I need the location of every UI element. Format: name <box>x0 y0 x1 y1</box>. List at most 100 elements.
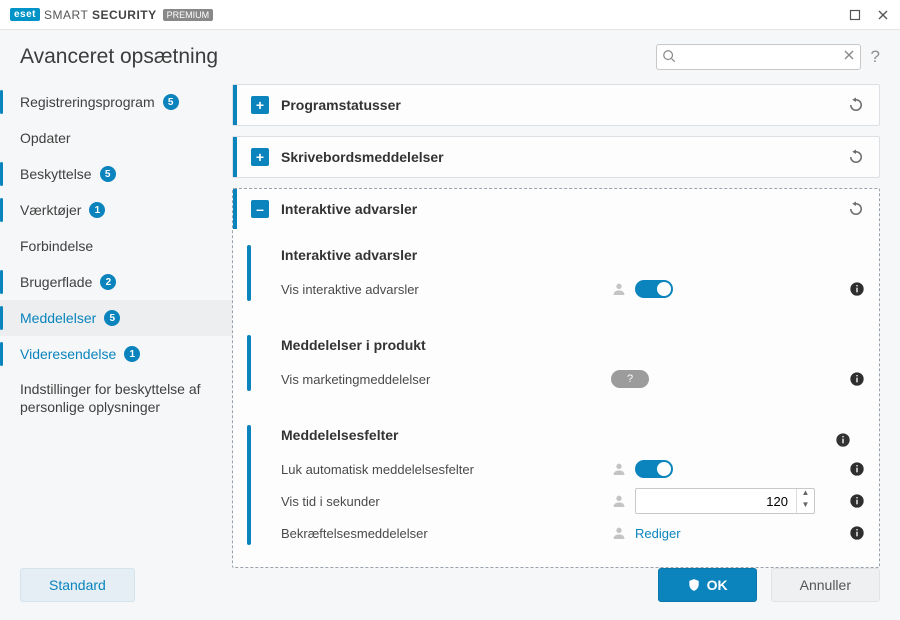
collapse-icon: – <box>251 200 269 218</box>
accordion-program-status: + Programstatusser <box>232 84 880 126</box>
sidebar-item-meddelelser[interactable]: Meddelelser 5 <box>0 300 232 336</box>
page-title: Avanceret opsætning <box>20 45 218 69</box>
info-icon[interactable] <box>849 525 865 541</box>
user-policy-icon <box>611 493 627 509</box>
sidebar-item-label: Meddelelser <box>20 310 96 326</box>
accordion-header[interactable]: + Skrivebordsmeddelelser <box>233 137 879 177</box>
setting-row-display-time: Vis tid i sekunder ▲ ▼ <box>281 485 865 517</box>
accordion-header[interactable]: – Interaktive advarsler <box>233 189 879 229</box>
help-icon[interactable]: ? <box>871 47 880 67</box>
sidebar: Registreringsprogram 5 Opdater Beskyttel… <box>0 78 232 544</box>
section-notification-boxes: Meddelelsesfelter Luk automatisk meddele… <box>233 417 879 553</box>
button-label: Annuller <box>800 577 851 593</box>
info-icon[interactable] <box>849 493 865 509</box>
search-field[interactable] <box>656 44 861 70</box>
accordion-header[interactable]: + Programstatusser <box>233 85 879 125</box>
button-label: Standard <box>49 577 106 593</box>
sidebar-item-label: Brugerflade <box>20 274 92 290</box>
accordion-title: Programstatusser <box>281 97 401 113</box>
user-policy-icon <box>611 461 627 477</box>
revert-icon[interactable] <box>847 200 865 218</box>
edit-link[interactable]: Rediger <box>635 526 681 541</box>
accordion-interactive-alerts: – Interaktive advarsler Interaktive adva… <box>232 188 880 568</box>
setting-label: Vis marketingmeddelelser <box>281 372 611 387</box>
info-icon[interactable] <box>849 371 865 387</box>
sidebar-badge: 5 <box>100 166 116 182</box>
user-policy-icon <box>611 281 627 297</box>
sidebar-item-brugerflade[interactable]: Brugerflade 2 <box>0 264 232 300</box>
brand-logo: eset <box>10 8 40 21</box>
setting-label: Luk automatisk meddelelsesfelter <box>281 462 611 477</box>
clear-search-icon[interactable] <box>843 49 855 61</box>
cancel-button[interactable]: Annuller <box>771 568 880 602</box>
sidebar-item-label: Værktøjer <box>20 202 81 218</box>
brand-product-bold: SECURITY <box>92 8 157 22</box>
sidebar-item-label: Indstillinger for beskyttelse af personl… <box>20 380 220 416</box>
section-heading: Meddelelser i produkt <box>281 337 865 353</box>
topbar: Avanceret opsætning ? <box>0 30 900 78</box>
search-icon <box>662 49 676 63</box>
titlebar: eset SMART SECURITY PREMIUM <box>0 0 900 30</box>
setting-label: Vis tid i sekunder <box>281 494 611 509</box>
setting-row-confirmation-messages: Bekræftelsesmeddelelser Rediger <box>281 517 865 549</box>
toggle-marketing-messages[interactable]: ? <box>611 370 649 388</box>
close-icon[interactable] <box>876 8 890 22</box>
setting-row-show-interactive-alerts: Vis interaktive advarsler <box>281 273 865 305</box>
brand-product-light: SMART <box>44 8 88 22</box>
expand-icon: + <box>251 96 269 114</box>
default-button[interactable]: Standard <box>20 568 135 602</box>
sidebar-item-videresendelse[interactable]: Videresendelse 1 <box>0 336 232 372</box>
sidebar-badge: 5 <box>163 94 179 110</box>
section-heading: Meddelelsesfelter <box>281 427 835 443</box>
sidebar-badge: 5 <box>104 310 120 326</box>
user-policy-icon <box>611 525 627 541</box>
sidebar-badge: 1 <box>124 346 140 362</box>
stepper-down-icon[interactable]: ▼ <box>797 501 814 513</box>
setting-label: Vis interaktive advarsler <box>281 282 611 297</box>
button-label: OK <box>707 577 728 593</box>
ok-button[interactable]: OK <box>658 568 757 602</box>
sidebar-badge: 1 <box>89 202 105 218</box>
footer: Standard OK Annuller <box>0 554 900 620</box>
setting-row-marketing-messages: Vis marketingmeddelelser ? <box>281 363 865 395</box>
accordion-title: Skrivebordsmeddelelser <box>281 149 444 165</box>
maximize-icon[interactable] <box>848 8 862 22</box>
sidebar-item-vaerktoejer[interactable]: Værktøjer 1 <box>0 192 232 228</box>
setting-label: Bekræftelsesmeddelelser <box>281 526 611 541</box>
section-heading: Interaktive advarsler <box>281 247 865 263</box>
shield-icon <box>687 578 701 592</box>
toggle-show-interactive-alerts[interactable] <box>635 280 673 298</box>
sidebar-item-label: Forbindelse <box>20 238 93 254</box>
revert-icon[interactable] <box>847 148 865 166</box>
window-controls <box>848 8 890 22</box>
info-icon[interactable] <box>849 281 865 297</box>
info-icon[interactable] <box>835 432 851 448</box>
brand: eset SMART SECURITY PREMIUM <box>10 8 213 22</box>
setting-row-auto-close: Luk automatisk meddelelsesfelter <box>281 453 865 485</box>
sidebar-item-label: Beskyttelse <box>20 166 92 182</box>
accordion-title: Interaktive advarsler <box>281 201 417 217</box>
search-input[interactable] <box>656 44 861 70</box>
accordion-desktop-notifications: + Skrivebordsmeddelelser <box>232 136 880 178</box>
sidebar-item-opdater[interactable]: Opdater <box>0 120 232 156</box>
revert-icon[interactable] <box>847 96 865 114</box>
info-icon[interactable] <box>849 461 865 477</box>
sidebar-item-label: Opdater <box>20 130 71 146</box>
brand-product: SMART SECURITY <box>44 8 157 22</box>
main-panel: + Programstatusser + Skrivebordsmeddelel… <box>232 78 880 544</box>
section-in-product-messages: Meddelelser i produkt Vis marketingmedde… <box>233 327 879 399</box>
brand-edition: PREMIUM <box>163 9 214 21</box>
section-interactive-alerts: Interaktive advarsler Vis interaktive ad… <box>233 237 879 309</box>
sidebar-item-beskyttelse[interactable]: Beskyttelse 5 <box>0 156 232 192</box>
number-input[interactable] <box>636 494 796 509</box>
toggle-auto-close[interactable] <box>635 460 673 478</box>
sidebar-badge: 2 <box>100 274 116 290</box>
sidebar-item-label: Registreringsprogram <box>20 94 155 110</box>
sidebar-item-label: Videresendelse <box>20 346 116 362</box>
number-input-display-time[interactable]: ▲ ▼ <box>635 488 815 514</box>
sidebar-item-forbindelse[interactable]: Forbindelse <box>0 228 232 264</box>
sidebar-item-registreringsprogram[interactable]: Registreringsprogram 5 <box>0 84 232 120</box>
expand-icon: + <box>251 148 269 166</box>
accordion-body: Interaktive advarsler Vis interaktive ad… <box>233 229 879 567</box>
sidebar-item-privacy[interactable]: Indstillinger for beskyttelse af personl… <box>0 372 232 424</box>
